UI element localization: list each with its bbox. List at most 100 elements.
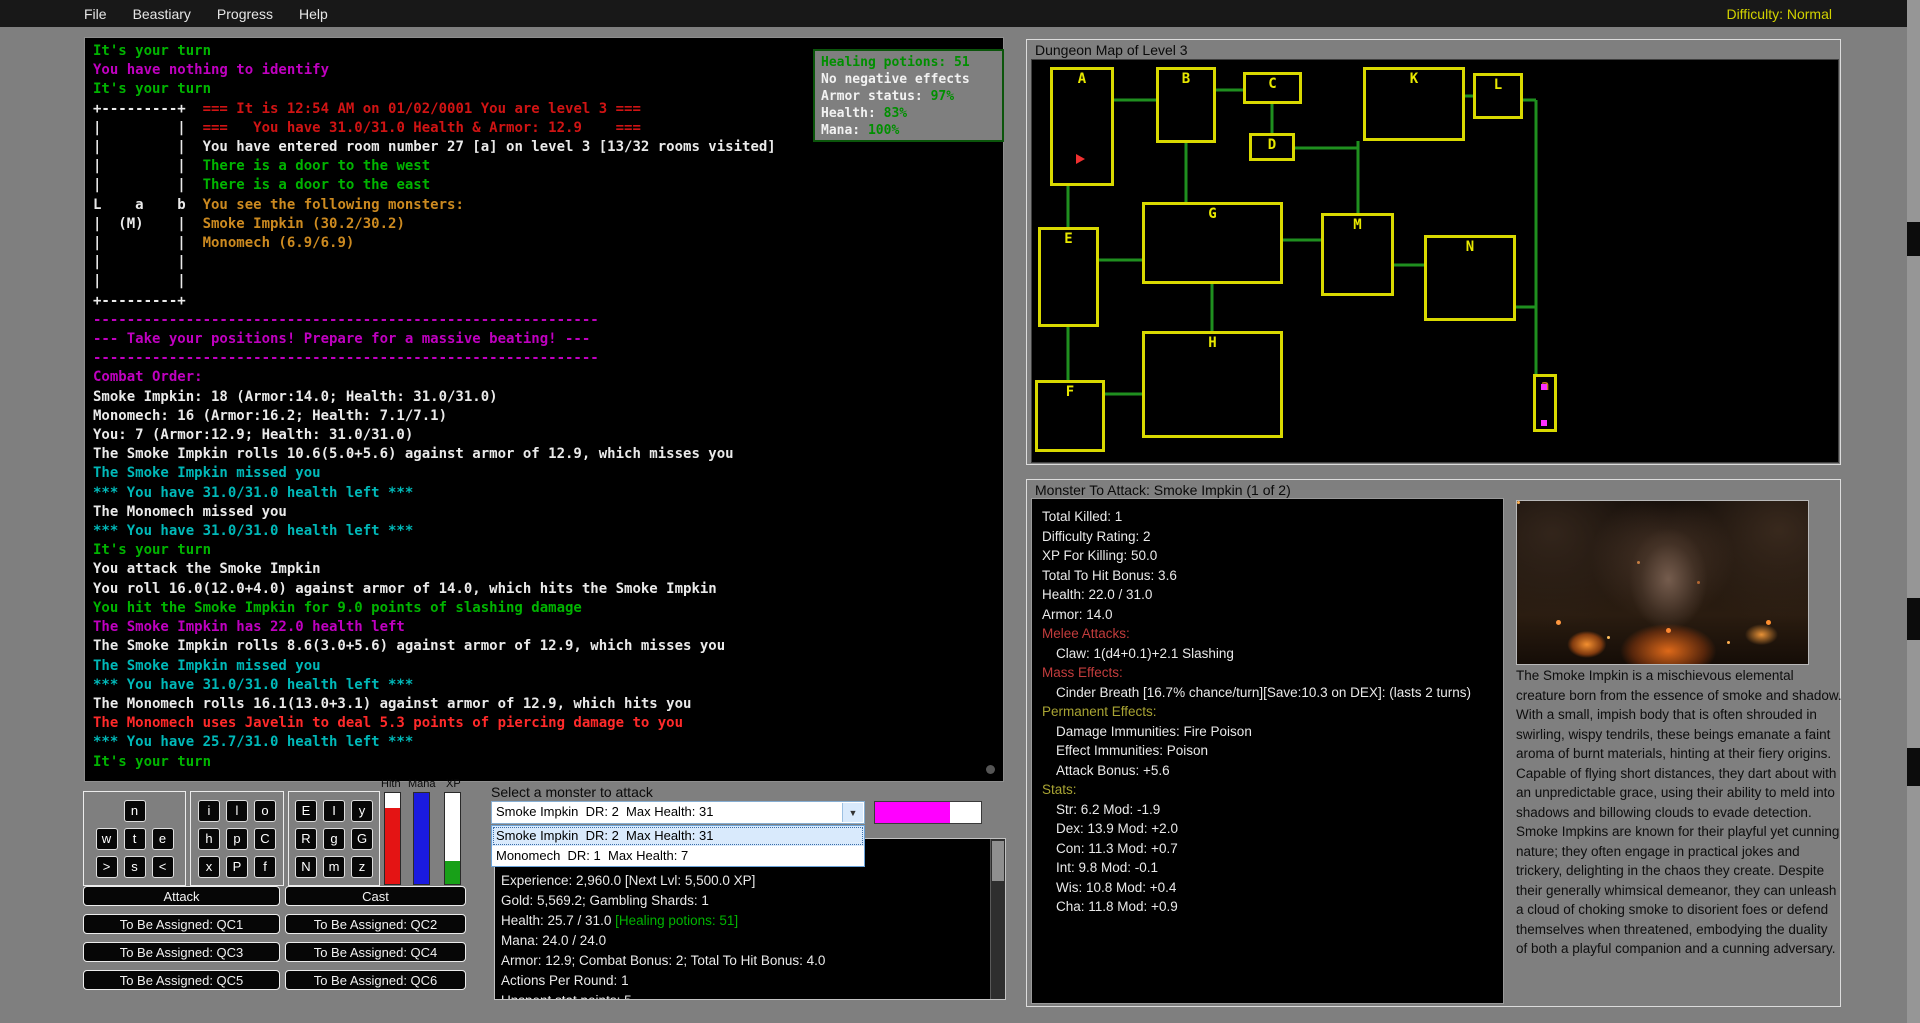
text-segment: === It is 12:54 AM on 01/02/0001 You are… bbox=[203, 101, 641, 117]
text-segment: It's your turn bbox=[93, 81, 211, 97]
status-overlay: Healing potions: 51No negative effectsAr… bbox=[813, 49, 1004, 142]
log-line: *** You have 25.7/31.0 health left *** bbox=[93, 733, 995, 752]
key-C[interactable]: C bbox=[254, 828, 276, 850]
scrollbar-thumb[interactable] bbox=[992, 841, 1004, 881]
key-g[interactable]: g bbox=[323, 828, 345, 850]
key-G[interactable]: G bbox=[351, 828, 373, 850]
game-log: It's your turn You have nothing to identi… bbox=[85, 38, 1003, 781]
key-i[interactable]: i bbox=[198, 800, 220, 822]
monster-stat-line: Permanent Effects: bbox=[1042, 702, 1497, 722]
text-segment: Smoke Impkin: 18 (Armor:14.0; Health: 31… bbox=[93, 389, 498, 405]
map-room-F[interactable]: F bbox=[1035, 380, 1105, 452]
key-t[interactable]: t bbox=[124, 828, 146, 850]
monster-select-combobox[interactable]: Smoke Impkin DR: 2 Max Health: 31 ▼ bbox=[491, 801, 865, 824]
map-room-E[interactable]: E bbox=[1038, 227, 1099, 327]
player-stat-line: Health: 25.7 / 31.0 [Healing potions: 51… bbox=[501, 911, 987, 931]
monster-stat-line: Difficulty Rating: 2 bbox=[1042, 527, 1497, 547]
text-segment: [Healing potions: 51] bbox=[615, 913, 738, 928]
map-room-G[interactable]: G bbox=[1142, 202, 1283, 284]
key-s[interactable]: s bbox=[124, 856, 146, 878]
monster-stat-line: Armor: 14.0 bbox=[1042, 605, 1497, 625]
status-line: Health: 83% bbox=[821, 105, 996, 122]
key-n[interactable]: n bbox=[124, 800, 146, 822]
player-stat-line: Experience: 2,960.0 [Next Lvl: 5,500.0 X… bbox=[501, 871, 987, 891]
monster-option-2[interactable]: Monomech DR: 1 Max Health: 7 bbox=[492, 846, 864, 866]
qc-button-4[interactable]: To Be Assigned: QC4 bbox=[285, 942, 466, 962]
xp-bar-label: XP bbox=[446, 778, 461, 790]
text-segment: 100% bbox=[868, 123, 899, 138]
text-segment: *** You have 31.0/31.0 health left *** bbox=[93, 485, 413, 501]
map-room-A[interactable]: A bbox=[1050, 67, 1114, 186]
key-I[interactable]: I bbox=[323, 800, 345, 822]
menu-item-file[interactable]: File bbox=[84, 6, 107, 22]
map-room-L[interactable]: L bbox=[1473, 73, 1523, 119]
monster-panel-title: Monster To Attack: Smoke Impkin (1 of 2) bbox=[1035, 482, 1291, 498]
qc-button-3[interactable]: To Be Assigned: QC3 bbox=[83, 942, 280, 962]
text-segment: Armor: 12.9; Combat Bonus: 2; Total To H… bbox=[501, 953, 825, 968]
text-segment: You attack the Smoke Impkin bbox=[93, 561, 321, 577]
qc-button-1[interactable]: To Be Assigned: QC1 bbox=[83, 914, 280, 934]
resize-grip[interactable] bbox=[986, 765, 995, 774]
text-segment: The Monomech rolls 16.1(13.0+3.1) agains… bbox=[93, 696, 691, 712]
monster-select-label: Select a monster to attack bbox=[491, 784, 653, 800]
log-line: The Smoke Impkin missed you bbox=[93, 464, 995, 483]
player-stat-line: Gold: 5,569.2; Gambling Shards: 1 bbox=[501, 891, 987, 911]
map-room-B[interactable]: B bbox=[1156, 67, 1216, 143]
menu-item-progress[interactable]: Progress bbox=[217, 6, 273, 22]
attack-button[interactable]: Attack bbox=[83, 886, 280, 906]
key->[interactable]: > bbox=[96, 856, 118, 878]
map-room-H[interactable]: H bbox=[1142, 331, 1283, 438]
key-x[interactable]: x bbox=[198, 856, 220, 878]
map-room-N[interactable]: N bbox=[1424, 235, 1516, 321]
key-z[interactable]: z bbox=[351, 856, 373, 878]
room-label: C bbox=[1268, 77, 1276, 91]
key-o[interactable]: o bbox=[254, 800, 276, 822]
key-N[interactable]: N bbox=[295, 856, 317, 878]
key-m[interactable]: m bbox=[323, 856, 345, 878]
key-P[interactable]: P bbox=[226, 856, 248, 878]
map-room-D[interactable]: D bbox=[1249, 133, 1295, 161]
text-segment: +---------+ bbox=[93, 293, 186, 309]
monster-stat-line: Con: 11.3 Mod: +0.7 bbox=[1042, 839, 1497, 859]
log-line: You: 7 (Armor:12.9; Health: 31.0/31.0) bbox=[93, 426, 995, 445]
qc-button-6[interactable]: To Be Assigned: QC6 bbox=[285, 970, 466, 990]
key-f[interactable]: f bbox=[254, 856, 276, 878]
text-segment: Unspent stat points: 5 bbox=[501, 993, 632, 1000]
text-segment: Healing potions: 51 bbox=[821, 55, 970, 70]
key-y[interactable]: y bbox=[351, 800, 373, 822]
text-segment: You have nothing to identify bbox=[93, 62, 329, 78]
text-segment: Monomech: 16 (Armor:16.2; Health: 7.1/7.… bbox=[93, 408, 447, 424]
room-label: K bbox=[1410, 72, 1418, 86]
key-R[interactable]: R bbox=[295, 828, 317, 850]
text-segment: +---------+ bbox=[93, 101, 203, 117]
text-segment: The Smoke Impkin missed you bbox=[93, 465, 321, 481]
log-line: +---------+ bbox=[93, 292, 995, 311]
menu-item-beastiary[interactable]: Beastiary bbox=[133, 6, 191, 22]
key-E[interactable]: E bbox=[295, 800, 317, 822]
text-segment: It's your turn bbox=[93, 754, 211, 770]
key-<[interactable]: < bbox=[152, 856, 174, 878]
monster-stat-line: Health: 22.0 / 31.0 bbox=[1042, 585, 1497, 605]
key-e[interactable]: e bbox=[152, 828, 174, 850]
monster-option-1[interactable]: Smoke Impkin DR: 2 Max Health: 31 bbox=[492, 826, 864, 846]
menu-item-help[interactable]: Help bbox=[299, 6, 328, 22]
qc-button-5[interactable]: To Be Assigned: QC5 bbox=[83, 970, 280, 990]
key-h[interactable]: h bbox=[198, 828, 220, 850]
text-segment: | | bbox=[93, 120, 203, 136]
difficulty-label: Difficulty: Normal bbox=[1726, 6, 1920, 22]
key-p[interactable]: p bbox=[226, 828, 248, 850]
key-l[interactable]: l bbox=[226, 800, 248, 822]
map-room-C[interactable]: C bbox=[1243, 72, 1302, 104]
edge-mark bbox=[1907, 748, 1920, 786]
key-w[interactable]: w bbox=[96, 828, 118, 850]
text-segment: You have entered room number 27 [a] on l… bbox=[203, 139, 776, 155]
qc-button-2[interactable]: To Be Assigned: QC2 bbox=[285, 914, 466, 934]
map-room-M[interactable]: M bbox=[1321, 213, 1394, 296]
text-segment: The Smoke Impkin has 22.0 health left bbox=[93, 619, 405, 635]
map-room-K[interactable]: K bbox=[1363, 67, 1465, 141]
cast-button[interactable]: Cast bbox=[285, 886, 466, 906]
scrollbar[interactable] bbox=[990, 839, 1005, 999]
chevron-down-icon[interactable]: ▼ bbox=[842, 803, 863, 822]
monster-stat-line: Total Killed: 1 bbox=[1042, 507, 1497, 527]
log-line: Smoke Impkin: 18 (Armor:14.0; Health: 31… bbox=[93, 388, 995, 407]
